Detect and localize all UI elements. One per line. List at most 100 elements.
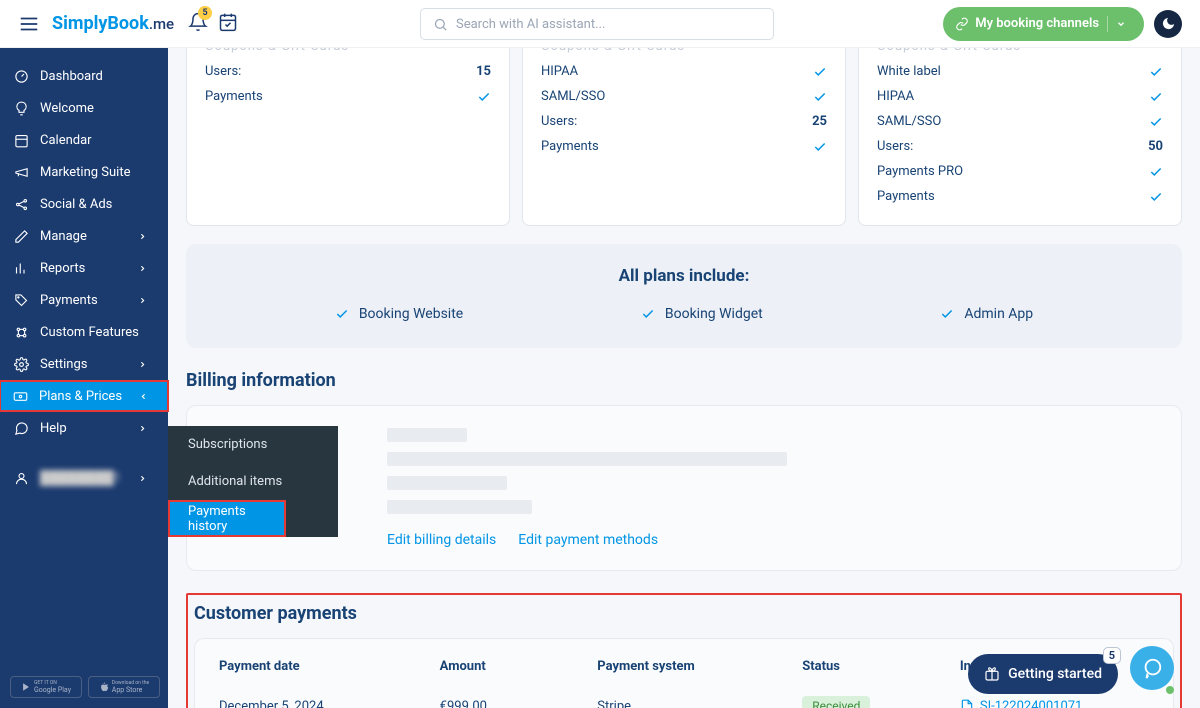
plan-feat-hipaa: HIPAA: [877, 84, 1163, 109]
sidebar-label: Payments: [40, 293, 98, 308]
col-system: Payment system: [597, 659, 802, 674]
plan-feat-hipaa: HIPAA: [541, 59, 827, 84]
cell-system: Stripe: [597, 699, 802, 708]
chevron-right-icon: [138, 296, 147, 305]
plans-submenu: Subscriptions Additional items Payments …: [168, 426, 338, 537]
gift-icon: [984, 666, 1000, 682]
check-icon: [477, 90, 491, 104]
puzzle-icon: [14, 325, 29, 340]
col-amount: Amount: [440, 659, 598, 674]
dashboard-icon: [14, 69, 29, 84]
sidebar-label: Reports: [40, 261, 85, 276]
check-icon: [813, 140, 827, 154]
logo-part1: SimplyBook: [52, 13, 149, 34]
feat-trunc: Coupons & Gift Cards: [877, 48, 1021, 54]
search-icon: [433, 17, 448, 32]
moon-icon: [1161, 16, 1176, 31]
edit-billing-details-link[interactable]: Edit billing details: [387, 532, 496, 548]
sidebar-item-calendar[interactable]: Calendar: [0, 124, 168, 156]
include-item: Booking Widget: [641, 306, 763, 322]
submenu-additional-items[interactable]: Additional items: [168, 463, 338, 500]
sidebar-item-payments[interactable]: Payments: [0, 284, 168, 316]
check-icon: [940, 307, 954, 321]
search-input[interactable]: [456, 17, 761, 32]
chart-icon: [14, 261, 29, 276]
check-icon: [1149, 165, 1163, 179]
play-icon: [21, 682, 31, 692]
chevron-right-icon: [138, 232, 147, 241]
user-icon: [14, 471, 29, 486]
cell-amount: €999.00: [440, 699, 598, 708]
submenu-payments-history[interactable]: Payments history: [168, 500, 286, 537]
chat-fab[interactable]: [1130, 646, 1174, 690]
plan-card-1: Coupons & Gift Cards Users: 15 Payments: [186, 48, 510, 226]
sidebar-label: Social & Ads: [40, 197, 112, 212]
hamburger-icon[interactable]: [18, 13, 40, 35]
check-icon: [813, 90, 827, 104]
megaphone-icon: [14, 165, 29, 180]
sidebar-item-social[interactable]: Social & Ads: [0, 188, 168, 220]
chevron-right-icon: [138, 360, 147, 369]
plan-feat-payments: Payments: [877, 184, 1163, 209]
sidebar-label: ████████1: [40, 470, 121, 486]
sidebar-label: Manage: [40, 229, 87, 244]
card-icon: [13, 389, 28, 404]
getting-started-button[interactable]: Getting started 5: [968, 654, 1118, 694]
logo[interactable]: SimplyBook.me: [52, 13, 174, 34]
chevron-left-icon: [139, 392, 148, 401]
col-status: Status: [802, 659, 960, 674]
sidebar-item-custom-features[interactable]: Custom Features: [0, 316, 168, 348]
sidebar-item-dashboard[interactable]: Dashboard: [0, 60, 168, 92]
plans-include-box: All plans include: Booking Website Booki…: [186, 244, 1182, 348]
plan-feat-users: Users: 50: [877, 134, 1163, 159]
chevron-down-icon: [1116, 19, 1126, 29]
sidebar-item-settings[interactable]: Settings: [0, 348, 168, 380]
calendar-button[interactable]: [218, 12, 238, 36]
plan-feat-payments-pro: Payments PRO: [877, 159, 1163, 184]
gs-count-badge: 5: [1103, 647, 1121, 664]
plan-cards-row: Coupons & Gift Cards Users: 15 Payments …: [186, 48, 1182, 226]
link-icon: [955, 17, 969, 31]
tag-icon: [14, 293, 29, 308]
pencil-icon: [14, 229, 29, 244]
google-play-button[interactable]: GET IT ONGoogle Play: [10, 676, 82, 698]
sidebar-label: Welcome: [40, 101, 94, 116]
darkmode-button[interactable]: [1154, 10, 1182, 38]
search-box[interactable]: [420, 8, 774, 40]
document-icon: [960, 699, 974, 708]
sidebar-item-welcome[interactable]: Welcome: [0, 92, 168, 124]
sidebar-item-help[interactable]: Help: [0, 412, 168, 444]
edit-payment-methods-link[interactable]: Edit payment methods: [518, 532, 658, 548]
sidebar-item-user[interactable]: ████████1: [0, 462, 168, 494]
sidebar-label: Calendar: [40, 133, 92, 148]
bulb-icon: [14, 101, 29, 116]
chat-bubble-icon: [1141, 657, 1163, 679]
check-icon: [335, 307, 349, 321]
status-badge: Received: [802, 696, 870, 708]
plan-feat-saml: SAML/SSO: [877, 109, 1163, 134]
chat-icon: [14, 421, 29, 436]
customer-payments-title: Customer payments: [194, 603, 1174, 624]
gear-icon: [14, 357, 29, 372]
sidebar-item-plans-prices[interactable]: Plans & Prices: [0, 380, 169, 412]
sidebar-label: Custom Features: [40, 325, 139, 340]
submenu-subscriptions[interactable]: Subscriptions: [168, 426, 338, 463]
app-store-button[interactable]: Download on theApp Store: [88, 676, 160, 698]
chevron-right-icon: [138, 264, 147, 273]
check-icon: [641, 307, 655, 321]
col-date: Payment date: [219, 659, 440, 674]
billing-title: Billing information: [186, 370, 1182, 391]
invoice-link[interactable]: SI-122024001071: [960, 699, 1149, 708]
chevron-right-icon: [138, 474, 147, 483]
sidebar-item-reports[interactable]: Reports: [0, 252, 168, 284]
share-icon: [14, 197, 29, 212]
sidebar-item-marketing[interactable]: Marketing Suite: [0, 156, 168, 188]
sidebar-item-manage[interactable]: Manage: [0, 220, 168, 252]
check-icon: [1149, 190, 1163, 204]
booking-channels-button[interactable]: My booking channels: [943, 7, 1144, 41]
plan-feat-payments: Payments: [205, 84, 491, 109]
sidebar-label: Settings: [40, 357, 87, 372]
plan-feat-users: Users: 15: [205, 59, 491, 84]
plan-card-3: Coupons & Gift Cards White label HIPAA S…: [858, 48, 1182, 226]
notifications-button[interactable]: 5: [188, 12, 208, 36]
